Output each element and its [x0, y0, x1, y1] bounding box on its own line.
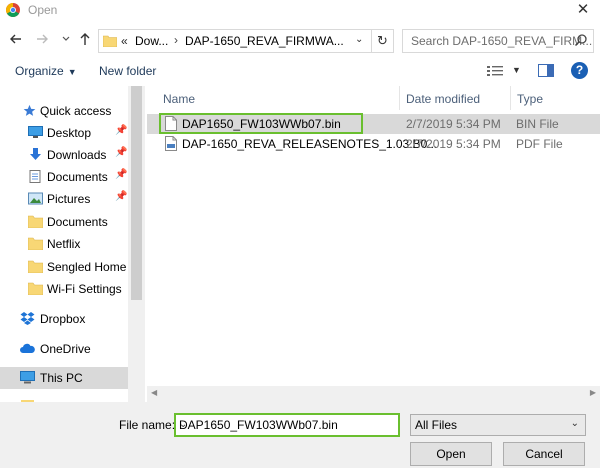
- open-button[interactable]: Open: [410, 442, 492, 466]
- pin-icon: 📌: [115, 169, 128, 180]
- sidebar-item-this-pc[interactable]: This PC: [0, 367, 128, 389]
- view-caret-icon[interactable]: ▼: [512, 65, 521, 75]
- chevron-down-icon[interactable]: [59, 32, 73, 46]
- desktop-icon: [28, 126, 43, 138]
- dialog-footer: File name: DAP1650_FW103WWb07.bin ⌄ All …: [0, 402, 600, 468]
- column-header-name[interactable]: Name: [147, 86, 397, 110]
- sidebar-item-documents[interactable]: Documents 📌: [0, 166, 128, 188]
- sidebar-item-wifi-settings[interactable]: Wi-Fi Settings: [0, 278, 128, 300]
- search-icon: [574, 34, 587, 47]
- column-header-type[interactable]: Type: [511, 86, 600, 110]
- sidebar-item-downloads[interactable]: Downloads 📌: [0, 144, 128, 166]
- file-date: 2/7/2019 5:34 PM: [406, 137, 501, 151]
- organize-button[interactable]: Organize ▼: [15, 64, 77, 78]
- file-name: DAP-1650_REVA_RELEASENOTES_1.03.B0...: [182, 137, 438, 151]
- sidebar-item-label: Netflix: [47, 237, 81, 251]
- navigation-bar: « Dow... › DAP-1650_REVA_FIRMWA... ⌄ ↻ S…: [0, 24, 600, 56]
- new-folder-button[interactable]: New folder: [99, 64, 156, 78]
- sidebar-scrollbar-thumb[interactable]: [131, 86, 142, 300]
- scroll-left-icon[interactable]: ◀: [151, 388, 157, 397]
- sidebar-item-label: OneDrive: [40, 342, 91, 356]
- star-icon: [23, 104, 36, 116]
- search-box[interactable]: Search DAP-1650_REVA_FIRM...: [402, 29, 594, 53]
- sidebar-item-label: Desktop: [47, 126, 92, 140]
- sidebar-item-onedrive[interactable]: OneDrive: [0, 338, 128, 360]
- breadcrumb-separator-icon[interactable]: ›: [174, 33, 178, 47]
- folder-icon: [28, 282, 43, 295]
- file-name-field[interactable]: DAP1650_FW103WWb07.bin ⌄: [174, 413, 400, 437]
- address-bar[interactable]: « Dow... › DAP-1650_REVA_FIRMWA... ⌄ ↻: [98, 29, 394, 53]
- sidebar-item-dropbox[interactable]: Dropbox: [0, 308, 128, 330]
- sidebar-item-label: This PC: [40, 371, 83, 385]
- back-arrow-icon[interactable]: [9, 32, 23, 46]
- column-header-date[interactable]: Date modified: [400, 86, 510, 110]
- folder-icon: [28, 215, 43, 228]
- breadcrumb-overflow[interactable]: «: [121, 34, 128, 48]
- search-input[interactable]: Search DAP-1650_REVA_FIRM...: [411, 34, 592, 48]
- sidebar-item-label: Pictures: [47, 192, 91, 206]
- file-type: BIN File: [516, 117, 559, 131]
- pin-icon: 📌: [115, 191, 128, 202]
- sidebar-item-label: Quick access: [40, 104, 112, 118]
- pin-icon: 📌: [115, 147, 128, 158]
- sidebar-item-label: Documents: [47, 215, 108, 229]
- computer-icon: [20, 371, 35, 384]
- sidebar-item-label: Dropbox: [40, 312, 86, 326]
- sidebar-item-pictures[interactable]: Pictures 📌: [0, 188, 128, 210]
- folder-icon: [28, 237, 43, 250]
- file-date: 2/7/2019 5:34 PM: [406, 117, 501, 131]
- chevron-down-icon[interactable]: ⌄: [571, 418, 579, 429]
- sidebar-item-label: Downloads: [47, 148, 107, 162]
- up-arrow-icon[interactable]: [78, 32, 92, 46]
- cloud-icon: [20, 343, 35, 353]
- file-type: PDF File: [516, 137, 563, 151]
- title-bar: Open ✕: [0, 0, 600, 22]
- close-button[interactable]: ✕: [574, 1, 592, 19]
- chrome-icon: [6, 3, 20, 17]
- file-type-filter-value: All Files: [415, 418, 458, 432]
- documents-icon: [29, 170, 41, 183]
- folder-icon: [28, 260, 43, 273]
- forward-arrow-icon[interactable]: [35, 32, 49, 46]
- breadcrumb-downloads[interactable]: Dow...: [135, 34, 168, 48]
- help-icon[interactable]: ?: [571, 62, 588, 79]
- sidebar-item-label: Documents: [47, 170, 108, 184]
- sidebar-item-netflix[interactable]: Netflix: [0, 233, 128, 255]
- pictures-icon: [28, 192, 43, 205]
- sidebar-item-partial[interactable]: [0, 394, 128, 402]
- navigation-pane: Quick access Desktop 📌 Downloads 📌 Docum…: [0, 86, 145, 402]
- dropbox-icon: [20, 312, 35, 325]
- caret-down-icon: ▼: [67, 67, 77, 77]
- sidebar-item-documents-folder[interactable]: Documents: [0, 211, 128, 233]
- breadcrumb-current-folder[interactable]: DAP-1650_REVA_FIRMWA...: [185, 34, 344, 48]
- chevron-down-icon[interactable]: ⌄: [179, 419, 393, 430]
- address-dropdown-icon[interactable]: ⌄: [355, 34, 363, 45]
- file-row[interactable]: DAP-1650_REVA_RELEASENOTES_1.03.B0... 2/…: [147, 134, 600, 154]
- pin-icon: 📌: [115, 125, 128, 136]
- sidebar-item-quick-access[interactable]: Quick access: [0, 100, 128, 122]
- sidebar-item-label: Sengled Home A: [47, 260, 128, 274]
- cancel-button[interactable]: Cancel: [503, 442, 585, 466]
- sidebar-item-label: Wi-Fi Settings: [47, 282, 122, 296]
- column-header-label: Type: [517, 92, 544, 106]
- refresh-button[interactable]: ↻: [371, 30, 393, 52]
- sidebar-item-sengled-home[interactable]: Sengled Home A: [0, 256, 128, 278]
- download-icon: [30, 148, 41, 160]
- sidebar-item-desktop[interactable]: Desktop 📌: [0, 122, 128, 144]
- organize-label: Organize: [15, 64, 64, 78]
- command-bar: Organize ▼ New folder ▼ ?: [0, 58, 600, 86]
- scroll-right-icon[interactable]: ▶: [590, 388, 596, 397]
- horizontal-scrollbar[interactable]: ◀ ▶: [147, 386, 600, 402]
- file-type-filter[interactable]: All Files ⌄: [410, 414, 586, 436]
- file-name-label: File name:: [119, 418, 176, 432]
- preview-pane-icon[interactable]: [538, 64, 554, 77]
- column-header-label: Date modified: [406, 92, 481, 106]
- highlight-annotation: [159, 113, 363, 134]
- window-title: Open: [28, 3, 58, 17]
- folder-icon: [103, 35, 117, 47]
- column-header-label: Name: [163, 92, 196, 106]
- view-options-icon[interactable]: [487, 65, 503, 77]
- pdf-icon: [165, 136, 177, 151]
- file-list: Name Date modified Type DAP1650_FW103WWb…: [147, 86, 600, 402]
